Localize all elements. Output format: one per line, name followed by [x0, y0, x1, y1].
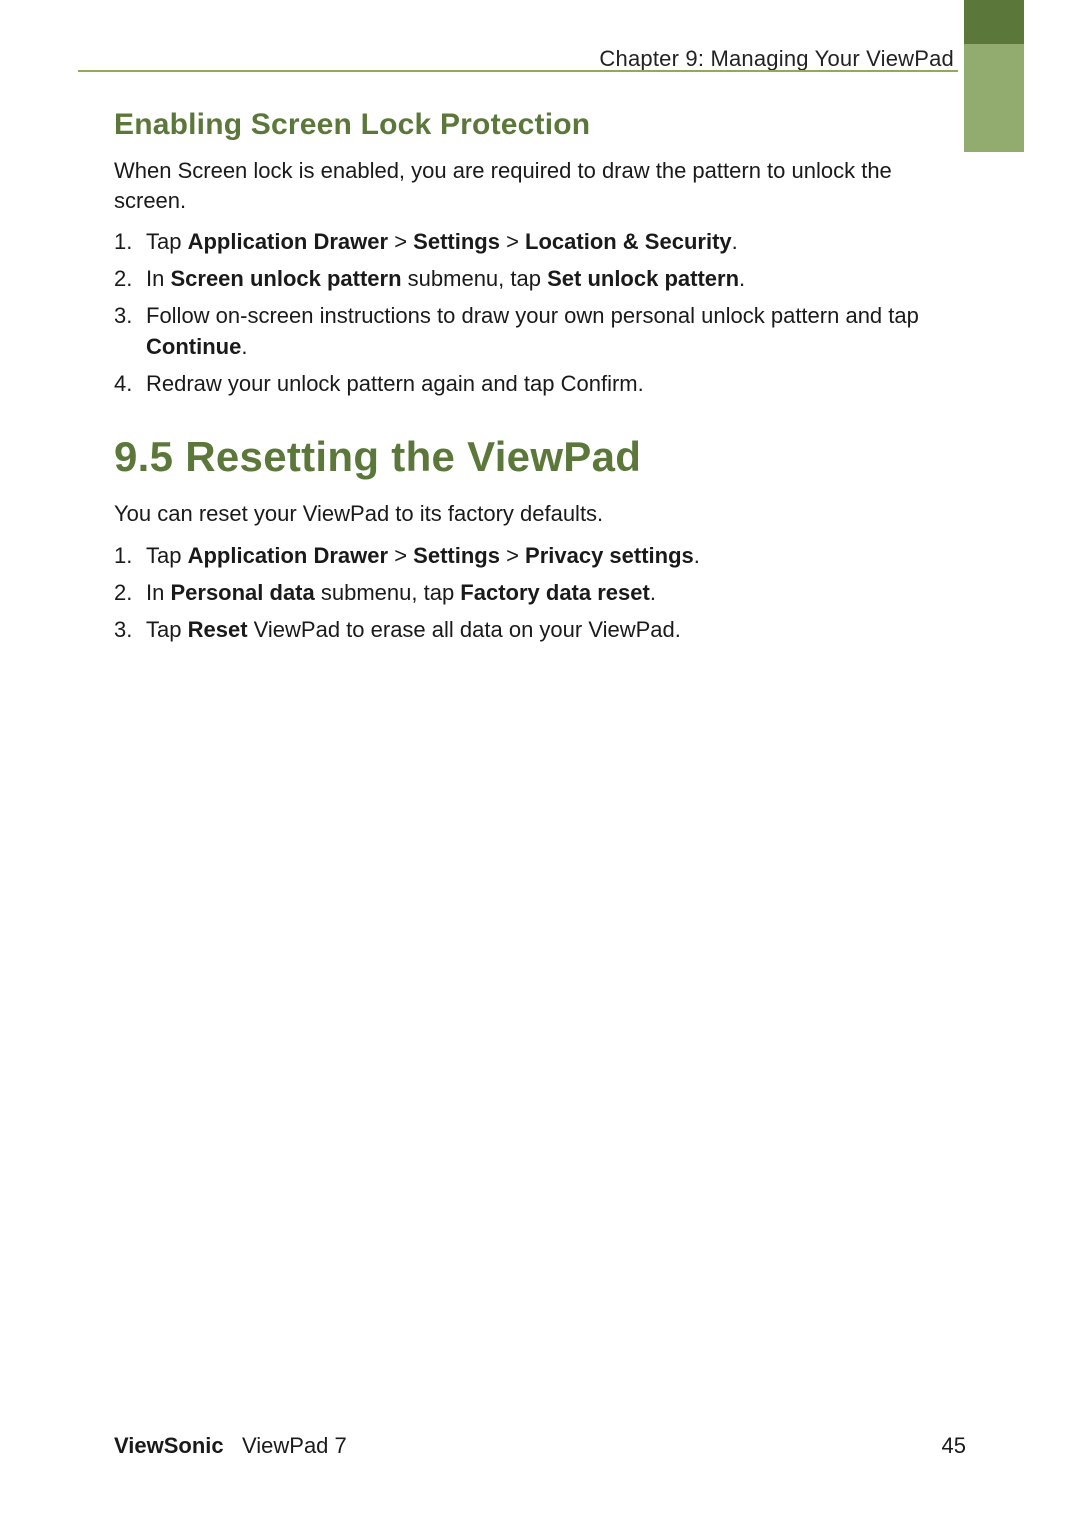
step-bold: Settings: [413, 543, 500, 568]
step-text: .: [650, 580, 656, 605]
steps-resetting: Tap Application Drawer > Settings > Priv…: [114, 541, 966, 645]
step-bold: Location & Security: [525, 229, 732, 254]
step-sep: >: [500, 229, 525, 254]
step-bold: Application Drawer: [188, 543, 388, 568]
chapter-label: Chapter 9: Managing Your ViewPad: [599, 46, 954, 72]
step-text: submenu, tap: [315, 580, 461, 605]
step-text: Tap: [146, 543, 188, 568]
footer-brand: ViewSonic ViewPad 7: [114, 1433, 347, 1459]
step-bold: Personal data: [170, 580, 314, 605]
page-footer: ViewSonic ViewPad 7 45: [114, 1433, 966, 1459]
list-item: In Screen unlock pattern submenu, tap Se…: [114, 264, 966, 295]
step-bold: Settings: [413, 229, 500, 254]
tab-dark-block: [964, 0, 1024, 44]
intro-resetting: You can reset your ViewPad to its factor…: [114, 499, 966, 529]
steps-screen-lock: Tap Application Drawer > Settings > Loca…: [114, 227, 966, 399]
step-text: In: [146, 266, 170, 291]
list-item: In Personal data submenu, tap Factory da…: [114, 578, 966, 609]
step-sep: >: [388, 229, 413, 254]
intro-screen-lock: When Screen lock is enabled, you are req…: [114, 156, 966, 215]
step-sep: >: [388, 543, 413, 568]
step-bold: Screen unlock pattern: [170, 266, 401, 291]
step-bold: Continue: [146, 334, 241, 359]
step-text: .: [241, 334, 247, 359]
list-item: Tap Reset ViewPad to erase all data on y…: [114, 615, 966, 646]
step-text: Tap: [146, 617, 188, 642]
step-bold: Privacy settings: [525, 543, 694, 568]
step-text: ViewPad to erase all data on your ViewPa…: [248, 617, 681, 642]
step-text: .: [694, 543, 700, 568]
step-text: Tap: [146, 229, 188, 254]
step-text: submenu, tap: [402, 266, 548, 291]
main-content: Enabling Screen Lock Protection When Scr…: [114, 108, 966, 645]
section-heading-resetting: 9.5 Resetting the ViewPad: [114, 433, 966, 481]
page-number: 45: [942, 1433, 966, 1459]
list-item: Redraw your unlock pattern again and tap…: [114, 369, 966, 400]
list-item: Tap Application Drawer > Settings > Priv…: [114, 541, 966, 572]
step-text: Follow on-screen instructions to draw yo…: [146, 303, 919, 328]
step-text: Redraw your unlock pattern again and tap…: [146, 371, 644, 396]
step-text: .: [739, 266, 745, 291]
document-page: Chapter 9: Managing Your ViewPad Enablin…: [0, 0, 1080, 1527]
step-text: .: [732, 229, 738, 254]
step-bold: Factory data reset: [460, 580, 650, 605]
footer-brand-rest: ViewPad 7: [242, 1433, 347, 1458]
step-bold: Reset: [188, 617, 248, 642]
step-bold: Application Drawer: [188, 229, 388, 254]
header-divider: [78, 70, 958, 72]
tab-light-block: [964, 44, 1024, 152]
subheading-screen-lock: Enabling Screen Lock Protection: [114, 108, 966, 142]
step-sep: >: [500, 543, 525, 568]
list-item: Follow on-screen instructions to draw yo…: [114, 301, 966, 363]
step-bold: Set unlock pattern: [547, 266, 739, 291]
list-item: Tap Application Drawer > Settings > Loca…: [114, 227, 966, 258]
footer-brand-bold: ViewSonic: [114, 1433, 224, 1458]
step-text: In: [146, 580, 170, 605]
page-tab-decoration: [964, 0, 1024, 152]
